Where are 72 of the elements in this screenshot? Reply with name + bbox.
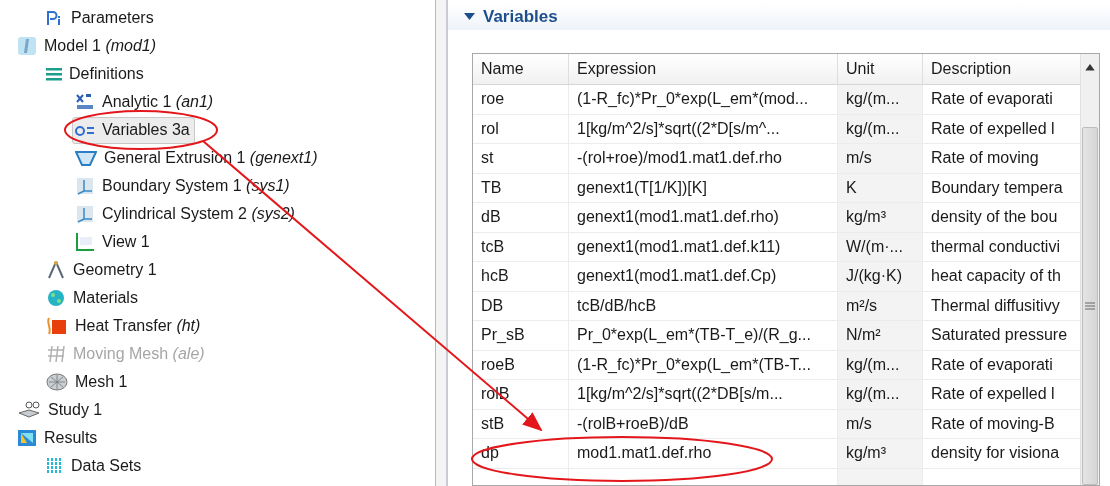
model-icon xyxy=(17,36,37,56)
tree-item[interactable]: Mesh 1 xyxy=(43,368,133,396)
datasets-icon xyxy=(46,457,64,475)
table-cell: K xyxy=(838,173,923,203)
results-icon xyxy=(17,428,37,448)
coordinate-system-icon xyxy=(75,204,95,224)
column-header[interactable]: Unit xyxy=(838,54,923,85)
moving-mesh-icon xyxy=(46,344,66,364)
tree-item[interactable]: Variables 3a xyxy=(72,116,195,144)
mesh-icon xyxy=(46,373,68,391)
variables-icon xyxy=(75,123,95,137)
table-cell: tcB/dB/hcB xyxy=(569,291,838,321)
function-icon xyxy=(75,92,95,112)
panel-splitter[interactable] xyxy=(436,0,448,486)
table-cell: genext1(T[1/K])[K] xyxy=(569,173,838,203)
table-cell: DB xyxy=(473,291,569,321)
table-cell: roe xyxy=(473,85,569,115)
tree-item[interactable]: Model 1 (mod1) xyxy=(14,32,162,60)
tree-item[interactable]: Geometry 1 xyxy=(43,256,162,284)
list-icon xyxy=(46,67,62,81)
scroll-up-icon xyxy=(1085,64,1095,71)
compass-icon xyxy=(46,260,66,280)
table-cell: kg/(m... xyxy=(838,380,923,410)
table-cell: m/s xyxy=(838,409,923,439)
study-icon xyxy=(17,400,41,420)
tree-item[interactable]: Materials xyxy=(43,284,143,312)
table-cell: dB xyxy=(473,203,569,233)
column-header[interactable]: Expression xyxy=(569,54,838,85)
table-cell: 1[kg/m^2/s]*sqrt((2*D[s/m^... xyxy=(569,114,838,144)
tree-item[interactable]: Heat Transfer (ht) xyxy=(43,312,206,340)
table-cell: genext1(mod1.mat1.def.k11) xyxy=(569,232,838,262)
table-cell: genext1(mod1.mat1.def.Cp) xyxy=(569,262,838,292)
table-cell: st xyxy=(473,144,569,174)
tree-item[interactable]: Study 1 xyxy=(14,396,108,424)
tree-item[interactable]: Definitions xyxy=(43,60,149,88)
table-cell: TB xyxy=(473,173,569,203)
tree-item[interactable]: View 1 xyxy=(72,228,155,256)
table-cell: 1[kg/m^2/s]*sqrt((2*DB[s/m... xyxy=(569,380,838,410)
column-header[interactable]: Name xyxy=(473,54,569,85)
table-cell: W/(m·... xyxy=(838,232,923,262)
table-cell: tcB xyxy=(473,232,569,262)
table-cell: roeB xyxy=(473,350,569,380)
collapse-arrow-icon xyxy=(464,13,475,21)
table-cell: kg/(m... xyxy=(838,350,923,380)
table-cell: Pr_sB xyxy=(473,321,569,351)
scrollbar[interactable] xyxy=(1080,54,1099,485)
table-cell: -(rol+roe)/mod1.mat1.def.rho xyxy=(569,144,838,174)
grip-icon xyxy=(1085,301,1095,310)
table-cell: kg/m³ xyxy=(838,203,923,233)
table-cell: rol xyxy=(473,114,569,144)
tree-item[interactable]: Analytic 1 (an1) xyxy=(72,88,219,116)
view-icon xyxy=(75,232,95,252)
tree-item[interactable]: Parameters xyxy=(43,4,159,32)
table-cell: hcB xyxy=(473,262,569,292)
heat-icon xyxy=(46,316,68,336)
tree-item[interactable]: Data Sets xyxy=(43,452,147,480)
table-cell: m/s xyxy=(838,144,923,174)
table-cell: kg/(m... xyxy=(838,85,923,115)
table-cell: m²/s xyxy=(838,291,923,321)
table-cell: (1-R_fc)*Pr_0*exp(L_em*(TB-T... xyxy=(569,350,838,380)
materials-icon xyxy=(46,288,66,308)
table-cell: (1-R_fc)*Pr_0*exp(L_em*(mod... xyxy=(569,85,838,115)
table-cell: kg/(m... xyxy=(838,114,923,144)
table-cell: J/(kg·K) xyxy=(838,262,923,292)
table-cell: Pr_0*exp(L_em*(TB-T_e)/(R_g... xyxy=(569,321,838,351)
table-cell: kg/m³ xyxy=(838,439,923,469)
tree-item[interactable]: Results xyxy=(14,424,103,452)
table-cell: mod1.mat1.def.rho xyxy=(569,439,838,469)
coordinate-system-icon xyxy=(75,176,95,196)
table-cell: genext1(mod1.mat1.def.rho) xyxy=(569,203,838,233)
extrusion-icon xyxy=(75,149,97,167)
table-cell: N/m² xyxy=(838,321,923,351)
